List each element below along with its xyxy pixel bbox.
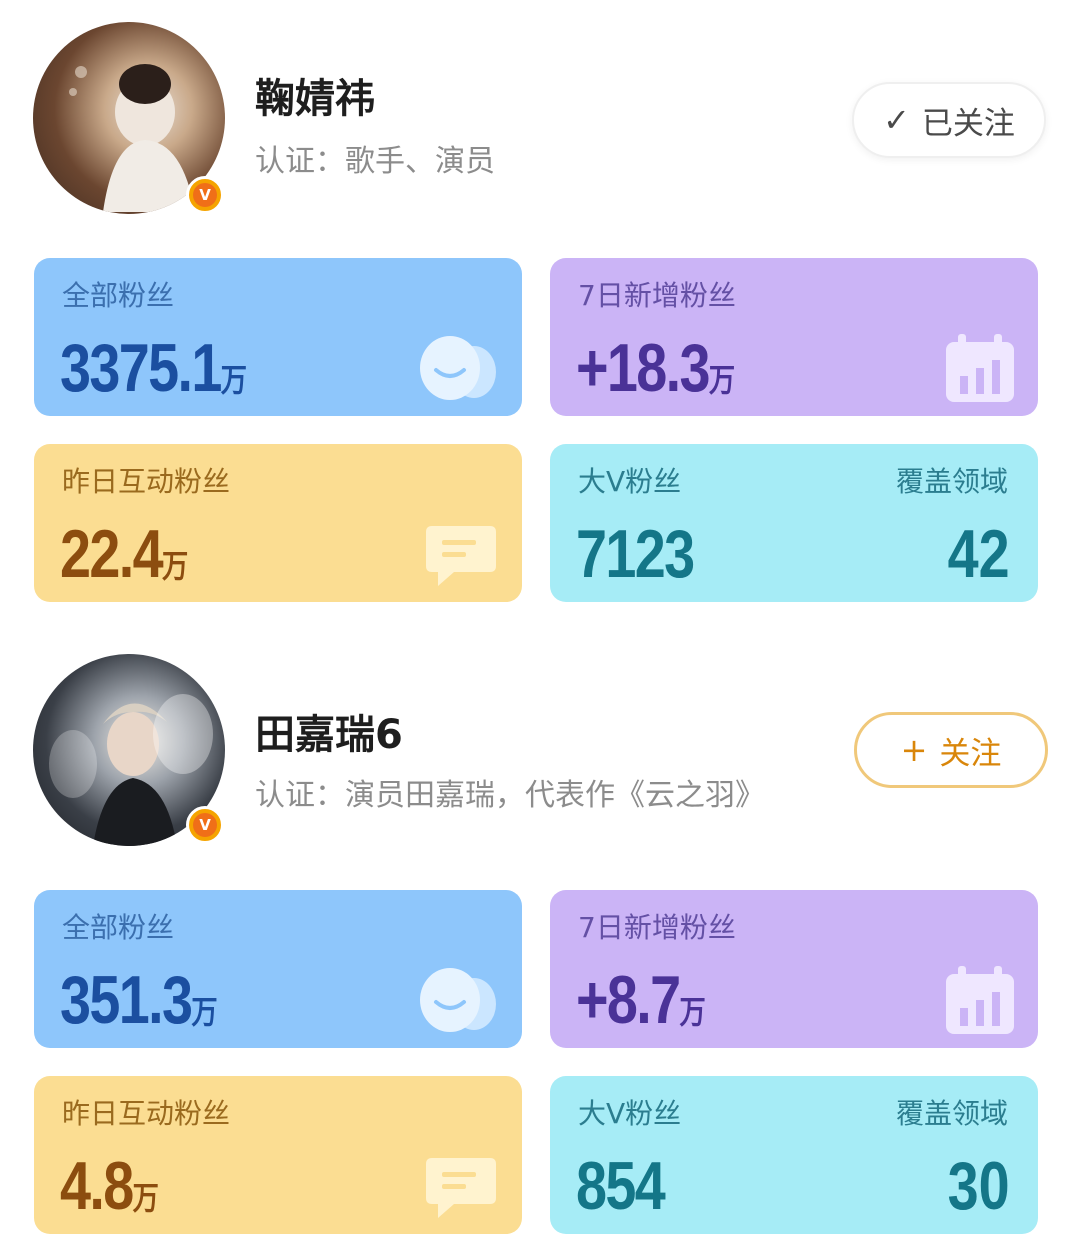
stat-value: 3375.1万 — [60, 330, 247, 406]
stat-label: 全部粉丝 — [62, 279, 175, 312]
coverage-value: 30 — [947, 1148, 1010, 1224]
new-fans-7d-card[interactable]: 7日新增粉丝 +18.3万 — [550, 258, 1038, 416]
stat-label: 全部粉丝 — [62, 911, 175, 944]
coverage-label: 覆盖领域 — [895, 1097, 1008, 1130]
coverage-value: 42 — [947, 516, 1010, 592]
stat-label: 昨日互动粉丝 — [62, 465, 231, 498]
calendar-chart-icon — [946, 334, 1014, 402]
following-button[interactable]: ✓ 已关注 — [852, 82, 1046, 158]
certification-text: 认证：歌手、演员 — [255, 144, 495, 179]
follow-button-label: 关注 — [939, 735, 1002, 772]
follow-button-label: 已关注 — [921, 105, 1015, 142]
stat-value: +18.3万 — [576, 330, 736, 406]
stat-value: 7123 — [576, 516, 695, 592]
stat-value: +8.7万 — [576, 962, 706, 1038]
verified-icon: V — [186, 806, 224, 844]
total-fans-card[interactable]: 全部粉丝 3375.1万 — [34, 258, 522, 416]
follow-button[interactable]: + 关注 — [854, 712, 1048, 788]
comment-icon — [426, 1158, 496, 1218]
total-fans-card[interactable]: 全部粉丝 351.3万 — [34, 890, 522, 1048]
user-name[interactable]: 田嘉瑞6 — [255, 702, 403, 760]
verified-icon: V — [186, 176, 224, 214]
stat-label: 大V粉丝 — [578, 465, 682, 498]
stat-value: 854 — [576, 1148, 666, 1224]
check-icon: ✓ — [883, 101, 910, 139]
comment-icon — [426, 526, 496, 586]
user-name[interactable]: 鞠婧祎 — [255, 66, 375, 124]
stat-value: 22.4万 — [60, 516, 189, 592]
plus-icon: + — [900, 731, 928, 769]
fans-icon — [420, 336, 496, 400]
fans-icon — [420, 968, 496, 1032]
yesterday-interactive-fans-card[interactable]: 昨日互动粉丝 22.4万 — [34, 444, 522, 602]
stat-label: 7日新增粉丝 — [578, 279, 736, 312]
coverage-label: 覆盖领域 — [895, 465, 1008, 498]
big-v-fans-card[interactable]: 大V粉丝 覆盖领域 854 30 — [550, 1076, 1038, 1234]
calendar-chart-icon — [946, 966, 1014, 1034]
stat-label: 昨日互动粉丝 — [62, 1097, 231, 1130]
stat-label: 大V粉丝 — [578, 1097, 682, 1130]
stat-label: 7日新增粉丝 — [578, 911, 736, 944]
big-v-fans-card[interactable]: 大V粉丝 覆盖领域 7123 42 — [550, 444, 1038, 602]
new-fans-7d-card[interactable]: 7日新增粉丝 +8.7万 — [550, 890, 1038, 1048]
stat-value: 4.8万 — [60, 1148, 159, 1224]
stat-value: 351.3万 — [60, 962, 218, 1038]
yesterday-interactive-fans-card[interactable]: 昨日互动粉丝 4.8万 — [34, 1076, 522, 1234]
certification-text: 认证：演员田嘉瑞，代表作《云之羽》 — [255, 778, 765, 813]
